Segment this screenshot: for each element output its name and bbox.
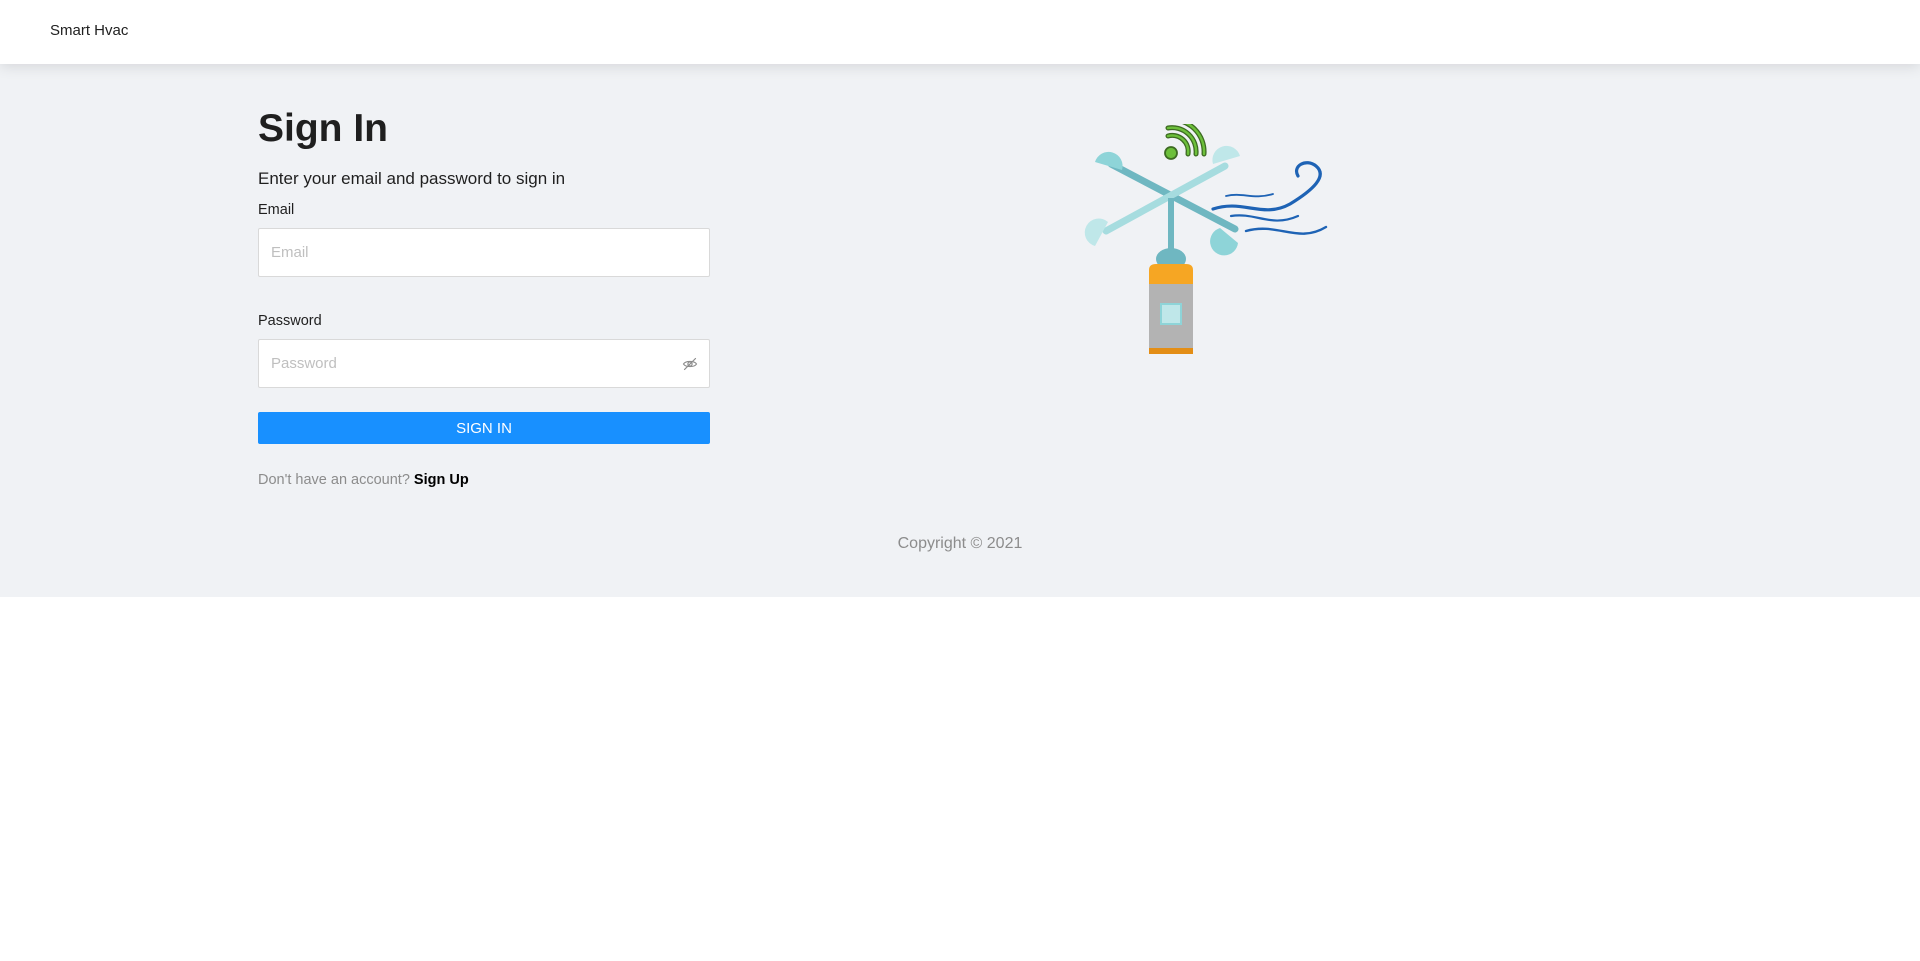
body-bottom	[1149, 348, 1193, 370]
eye-invisible-icon[interactable]	[682, 356, 698, 372]
cup-top-left	[1095, 151, 1123, 170]
email-input-box	[258, 228, 710, 277]
anemometer-illustration	[1084, 117, 1328, 370]
password-label: Password	[258, 313, 322, 329]
signup-link[interactable]: Sign Up	[414, 472, 469, 488]
password-input[interactable]	[259, 340, 709, 387]
wifi-dot	[1164, 146, 1178, 160]
display-window	[1160, 303, 1182, 325]
signup-line: Don't have an account? Sign Up	[258, 470, 710, 490]
signin-subtitle: Enter your email and password to sign in	[258, 169, 566, 188]
email-field-group: Email	[258, 200, 710, 277]
password-field-group: Password	[258, 311, 710, 388]
signin-form: Sign In Enter your email and password to…	[258, 104, 710, 490]
cup-top-right	[1212, 145, 1240, 164]
brand-link[interactable]: Smart Hvac	[50, 22, 128, 39]
main-content: Sign In Enter your email and password to…	[0, 64, 1920, 597]
password-input-box	[258, 339, 710, 388]
top-navbar: Smart Hvac	[0, 0, 1920, 64]
signup-prompt: Don't have an account?	[258, 472, 410, 488]
copyright-text: Copyright © 2021	[897, 535, 1023, 552]
signin-button[interactable]: SIGN IN	[258, 412, 710, 444]
body-top	[1149, 264, 1193, 284]
page-title: Sign In	[258, 107, 388, 150]
arm-b	[1102, 162, 1229, 235]
eye-invisible-icon-graphic	[682, 357, 698, 371]
email-input[interactable]	[259, 229, 709, 276]
email-label: Email	[258, 202, 295, 218]
anemometer-wind-sensor-icon	[1078, 117, 1328, 370]
